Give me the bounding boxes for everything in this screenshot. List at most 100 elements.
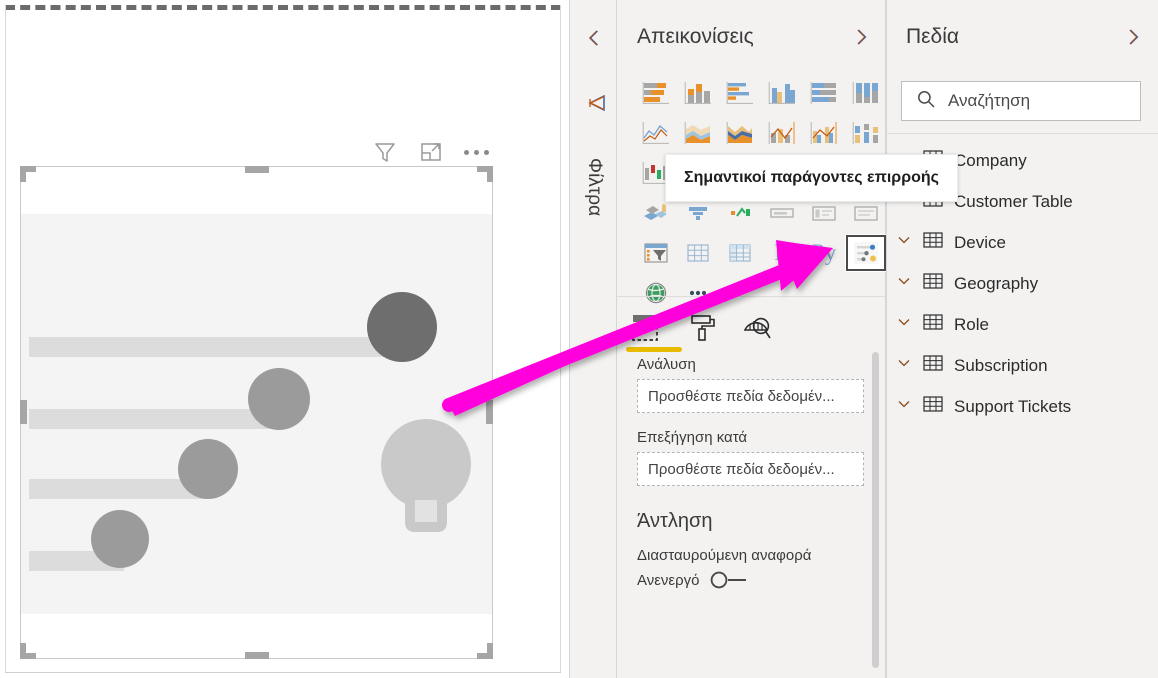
table-icon: [923, 313, 943, 336]
field-table-name: Role: [954, 314, 989, 334]
table-icon: [923, 272, 943, 295]
stacked-column-chart-icon[interactable]: [677, 74, 719, 112]
chevron-down-icon[interactable]: [896, 355, 912, 376]
visual-type-tooltip: Σημαντικοί παράγοντες επιρροής: [665, 154, 958, 202]
well-drop-analysis[interactable]: Προσθέστε πεδία δεδομέν...: [637, 379, 864, 413]
ribbon-chart-icon[interactable]: [845, 114, 887, 152]
clustered-bar-chart-icon[interactable]: [719, 74, 761, 112]
more-options-icon[interactable]: [464, 139, 489, 165]
canvas-right-border: [560, 5, 561, 673]
placeholder-bubble: [178, 439, 238, 499]
chevron-left-icon[interactable]: [580, 24, 608, 52]
lightbulb-icon: [379, 414, 474, 549]
resize-handle-bottom-left[interactable]: [20, 643, 36, 659]
chevron-right-icon[interactable]: [1116, 20, 1150, 54]
line-chart-icon[interactable]: [635, 114, 677, 152]
resize-handle-top[interactable]: [245, 166, 269, 173]
visualizations-title: Απεικονίσεις: [637, 25, 754, 48]
py-label: Py: [811, 240, 837, 265]
100-percent-stacked-bar-chart-icon[interactable]: [803, 74, 845, 112]
stacked-area-chart-icon[interactable]: [719, 114, 761, 152]
field-table-name: Geography: [954, 273, 1039, 293]
placeholder-bubble: [367, 292, 437, 362]
chevron-down-icon[interactable]: [896, 396, 912, 417]
field-table-name: Customer Table: [954, 191, 1073, 211]
placeholder-bar: [29, 479, 204, 499]
table-icon: [923, 231, 943, 254]
list-item[interactable]: Device: [886, 222, 1158, 263]
key-influencers-placeholder[interactable]: [20, 166, 493, 659]
chevron-right-icon[interactable]: [844, 20, 878, 54]
stacked-bar-chart-icon[interactable]: [635, 74, 677, 112]
well-drop-explain-by[interactable]: Προσθέστε πεδία δεδομέν...: [637, 452, 864, 486]
cross-report-label: Διασταυρούμενη αναφορά: [637, 547, 812, 564]
chevron-down-icon[interactable]: [896, 232, 912, 253]
resize-handle-bottom[interactable]: [245, 652, 269, 659]
chevron-down-icon[interactable]: [896, 314, 912, 335]
resize-handle-bottom-right[interactable]: [477, 643, 493, 659]
table-visual-icon[interactable]: [677, 234, 719, 272]
filters-rail: Φίλτρα: [569, 0, 617, 678]
focus-mode-icon[interactable]: [418, 139, 444, 165]
python-script-visual-icon[interactable]: Py: [803, 234, 845, 272]
canvas-bottom-border: [5, 672, 561, 673]
key-influencers-visual-icon[interactable]: [845, 234, 887, 272]
placeholder-bar: [29, 409, 274, 429]
area-chart-icon[interactable]: [677, 114, 719, 152]
visualizations-header: Απεικονίσεις: [617, 14, 886, 60]
filter-funnel-icon[interactable]: [581, 92, 607, 116]
canvas-top-dashed-border: [5, 5, 561, 10]
field-table-name: Device: [954, 232, 1006, 252]
field-wells: Ανάλυση Προσθέστε πεδία δεδομέν... Επεξή…: [617, 356, 886, 678]
list-item[interactable]: Role: [886, 304, 1158, 345]
resize-handle-top-right[interactable]: [477, 166, 493, 182]
cross-report-toggle-row: Ανενεργό: [637, 570, 886, 590]
well-label-explain-by: Επεξήγηση κατά: [637, 429, 748, 446]
line-and-stacked-column-chart-icon[interactable]: [761, 114, 803, 152]
report-canvas[interactable]: [0, 0, 569, 678]
drillthrough-title: Άντληση: [637, 510, 713, 532]
slicer-visual-icon[interactable]: [635, 234, 677, 272]
fields-header: Πεδία: [886, 14, 1158, 60]
r-script-visual-icon[interactable]: R: [761, 234, 803, 272]
fields-title: Πεδία: [906, 25, 960, 48]
r-label: R: [774, 240, 790, 265]
100-percent-stacked-column-chart-icon[interactable]: [845, 74, 887, 112]
placeholder-bar: [29, 337, 384, 357]
cross-report-toggle[interactable]: [709, 570, 753, 590]
field-table-name: Support Tickets: [954, 396, 1072, 416]
field-table-name: Company: [954, 150, 1027, 170]
search-input[interactable]: Αναζήτηση: [901, 81, 1141, 121]
filters-pane-label[interactable]: Φίλτρα: [581, 142, 605, 232]
clustered-column-chart-icon[interactable]: [761, 74, 803, 112]
matrix-visual-icon[interactable]: [719, 234, 761, 272]
placeholder-bubble: [91, 510, 149, 568]
resize-handle-left[interactable]: [20, 400, 27, 424]
field-table-name: Subscription: [954, 355, 1048, 375]
visualizations-pane: Απεικονίσεις R Py Ανάλυση Προσθέστε πεδί…: [617, 0, 887, 678]
filter-icon[interactable]: [372, 139, 398, 165]
analytics-tab[interactable]: [729, 306, 785, 350]
resize-handle-right[interactable]: [486, 400, 493, 424]
format-tab[interactable]: [673, 306, 729, 350]
canvas-left-border: [5, 5, 6, 673]
visual-header-toolbar: [372, 138, 492, 166]
cross-report-toggle-state: Ανενεργό: [637, 571, 700, 589]
placeholder-bubble: [248, 368, 310, 430]
list-item[interactable]: Subscription: [886, 345, 1158, 386]
list-item[interactable]: Geography: [886, 263, 1158, 304]
well-label-analysis: Ανάλυση: [637, 356, 696, 373]
fields-pane: Πεδία Αναζήτηση Company Customer Table D…: [886, 0, 1158, 678]
search-icon: [916, 89, 936, 114]
well-tab-strip: [617, 304, 886, 352]
resize-handle-top-left[interactable]: [20, 166, 36, 182]
table-icon: [923, 395, 943, 418]
list-item[interactable]: Support Tickets: [886, 386, 1158, 427]
line-and-clustered-column-chart-icon[interactable]: [803, 114, 845, 152]
table-icon: [923, 354, 943, 377]
fields-tab[interactable]: [617, 306, 682, 352]
fields-divider: [886, 133, 1158, 134]
search-placeholder: Αναζήτηση: [948, 91, 1031, 110]
visualizations-scrollbar[interactable]: [872, 352, 879, 668]
chevron-down-icon[interactable]: [896, 273, 912, 294]
